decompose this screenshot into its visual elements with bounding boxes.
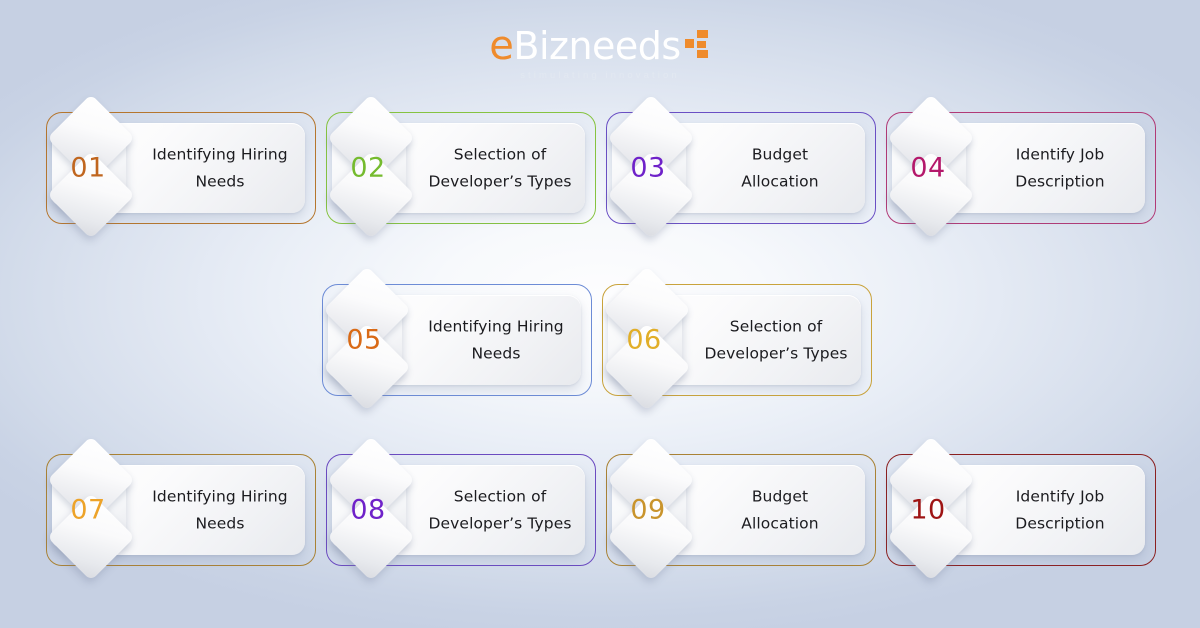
- step-label: Identifying Hiring Needs: [152, 487, 288, 532]
- step-label: Identifying Hiring Needs: [428, 317, 564, 362]
- network-nodes-icon: [684, 30, 711, 58]
- step-number: 07: [70, 494, 106, 526]
- step-label: Budget Allocation: [741, 487, 819, 532]
- step-card-04[interactable]: 04 Identify Job Description: [886, 94, 1156, 239]
- brand-wordmark-rest: Bizneeds: [513, 24, 681, 68]
- step-number: 04: [910, 152, 946, 184]
- step-cell: 01 Identifying Hiring Needs: [46, 94, 326, 239]
- step-cell: 09 Budget Allocation: [606, 436, 886, 581]
- step-cell: 08 Selection of Developer’s Types: [326, 436, 606, 581]
- step-card-01[interactable]: 01 Identifying Hiring Needs: [46, 94, 316, 239]
- step-number: 08: [350, 494, 386, 526]
- step-number: 06: [626, 324, 662, 356]
- step-label: Identify Job Description: [1015, 487, 1105, 532]
- step-label: Selection of Developer’s Types: [428, 145, 572, 190]
- step-label: Selection of Developer’s Types: [428, 487, 572, 532]
- step-cell: 07 Identifying Hiring Needs: [46, 436, 326, 581]
- step-label: Identifying Hiring Needs: [152, 145, 288, 190]
- step-number: 01: [70, 152, 106, 184]
- step-row-2: 05 Identifying Hiring Needs 06 Selection of…: [322, 266, 882, 411]
- step-cell: 06 Selection of Developer’s Types: [602, 266, 882, 411]
- step-card-10[interactable]: 10 Identify Job Description: [886, 436, 1156, 581]
- brand-wordmark-e: e: [489, 23, 514, 69]
- step-label: Identify Job Description: [1015, 145, 1105, 190]
- step-row-3: 07 Identifying Hiring Needs 08 Selection of…: [46, 436, 1166, 581]
- step-card-08[interactable]: 08 Selection of Developer’s Types: [326, 436, 596, 581]
- brand-wordmark: e Bizneeds: [489, 23, 681, 69]
- step-number: 10: [910, 494, 946, 526]
- step-card-06[interactable]: 06 Selection of Developer’s Types: [602, 266, 872, 411]
- infographic-canvas: e Bizneeds stimulating innovation 01 Ident…: [0, 0, 1200, 628]
- step-cell: 03 Budget Allocation: [606, 94, 886, 239]
- step-card-09[interactable]: 09 Budget Allocation: [606, 436, 876, 581]
- step-number: 02: [350, 152, 386, 184]
- brand-logo: e Bizneeds stimulating innovation: [0, 26, 1200, 81]
- step-number: 05: [346, 324, 382, 356]
- step-cell: 02 Selection of Developer’s Types: [326, 94, 606, 239]
- step-card-05[interactable]: 05 Identifying Hiring Needs: [322, 266, 592, 411]
- step-card-03[interactable]: 03 Budget Allocation: [606, 94, 876, 239]
- step-cell: 05 Identifying Hiring Needs: [322, 266, 602, 411]
- step-label: Selection of Developer’s Types: [704, 317, 848, 362]
- step-label: Budget Allocation: [741, 145, 819, 190]
- step-cell: 04 Identify Job Description: [886, 94, 1166, 239]
- step-card-02[interactable]: 02 Selection of Developer’s Types: [326, 94, 596, 239]
- brand-tagline: stimulating innovation: [520, 70, 680, 81]
- step-number: 09: [630, 494, 666, 526]
- step-card-07[interactable]: 07 Identifying Hiring Needs: [46, 436, 316, 581]
- step-number: 03: [630, 152, 666, 184]
- step-cell: 10 Identify Job Description: [886, 436, 1166, 581]
- step-row-1: 01 Identifying Hiring Needs 02 Selection of…: [46, 94, 1166, 239]
